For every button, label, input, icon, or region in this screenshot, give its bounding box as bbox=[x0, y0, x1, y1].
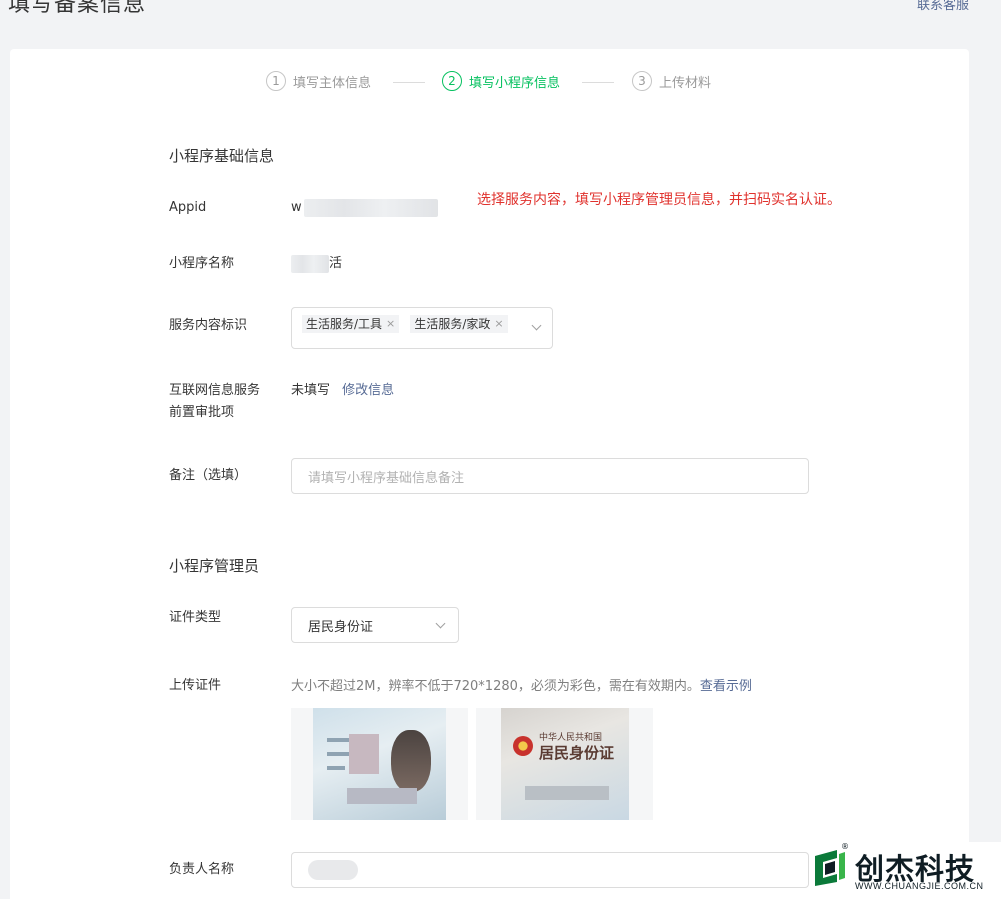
step-1-number: 1 bbox=[266, 71, 286, 91]
chuangjie-logo-icon bbox=[815, 850, 845, 886]
id-card-back-image: 中华人民共和国 居民身份证 bbox=[501, 708, 629, 820]
id-type-select[interactable]: 居民身份证 bbox=[291, 607, 459, 643]
chevron-down-icon bbox=[531, 320, 542, 331]
upload-id-label: 上传证件 bbox=[169, 678, 222, 693]
id-type-value: 居民身份证 bbox=[308, 619, 374, 635]
service-content-label: 服务内容标识 bbox=[169, 318, 248, 333]
admin-section-title: 小程序管理员 bbox=[169, 557, 260, 575]
redacted-photo bbox=[391, 730, 431, 792]
tag-remove-icon[interactable]: × bbox=[494, 317, 503, 330]
icp-approval-label: 互联网信息服务 前置审批项 bbox=[169, 380, 260, 424]
redacted-blur bbox=[347, 788, 417, 804]
registered-mark: ® bbox=[841, 842, 849, 851]
step-1: 1 填写主体信息 bbox=[266, 71, 371, 91]
step-1-label: 填写主体信息 bbox=[293, 75, 372, 91]
service-content-select[interactable]: 生活服务/工具 × 生活服务/家政 × bbox=[291, 307, 553, 349]
service-tag: 生活服务/家政 × bbox=[410, 314, 508, 333]
id-back-upload[interactable]: 中华人民共和国 居民身份证 bbox=[476, 708, 653, 820]
page-title: 填写备案信息 bbox=[8, 0, 147, 17]
redacted-blur bbox=[303, 198, 438, 217]
appid-label: Appid bbox=[169, 200, 207, 215]
watermark-logo: ® 创杰科技 WWW.CHUANGJIE.COM.CN bbox=[809, 842, 1001, 899]
step-3-number: 3 bbox=[632, 71, 652, 91]
icp-approval-label-line2: 前置审批项 bbox=[169, 405, 235, 420]
step-2: 2 填写小程序信息 bbox=[442, 71, 560, 91]
view-example-link[interactable]: 查看示例 bbox=[700, 679, 752, 694]
redacted-blur bbox=[525, 786, 609, 800]
app-name-label: 小程序名称 bbox=[169, 256, 235, 271]
service-tag-label: 生活服务/家政 bbox=[414, 317, 491, 331]
redacted-blur bbox=[327, 738, 349, 742]
step-connector bbox=[582, 82, 614, 83]
step-3: 3 上传材料 bbox=[632, 71, 711, 91]
id-front-upload[interactable] bbox=[291, 708, 468, 820]
watermark-url: WWW.CHUANGJIE.COM.CN bbox=[855, 881, 984, 891]
upload-hint: 大小不超过2M，辨率不低于720*1280，必须为彩色，需在有效期内。查看示例 bbox=[291, 675, 752, 694]
national-emblem-icon bbox=[513, 736, 533, 756]
remark-placeholder: 请填写小程序基础信息备注 bbox=[308, 470, 465, 486]
step-2-number: 2 bbox=[442, 71, 462, 91]
remark-input[interactable]: 请填写小程序基础信息备注 bbox=[291, 458, 809, 494]
tag-remove-icon[interactable]: × bbox=[386, 317, 395, 330]
appid-value-prefix: w bbox=[291, 200, 302, 215]
owner-name-label: 负责人名称 bbox=[169, 862, 235, 877]
redacted-blur bbox=[291, 254, 329, 273]
upload-hint-text: 大小不超过2M，辨率不低于720*1280，必须为彩色，需在有效期内。 bbox=[291, 679, 700, 694]
app-name-value: 活 bbox=[291, 253, 342, 275]
redacted-blur bbox=[308, 860, 358, 880]
id-card-front-image bbox=[313, 708, 446, 820]
form-card: 1 填写主体信息 2 填写小程序信息 3 上传材料 小程序基础信息 Appid … bbox=[10, 49, 969, 899]
service-tag-label: 生活服务/工具 bbox=[306, 317, 383, 331]
contact-support-link[interactable]: 联系客服 bbox=[917, 0, 969, 13]
redacted-blur bbox=[349, 734, 379, 774]
step-connector bbox=[393, 82, 425, 83]
icp-approval-value: 未填写 修改信息 bbox=[291, 380, 394, 402]
service-tag: 生活服务/工具 × bbox=[302, 314, 400, 333]
basic-info-section-title: 小程序基础信息 bbox=[169, 147, 275, 165]
chevron-down-icon bbox=[435, 618, 446, 629]
edit-info-link[interactable]: 修改信息 bbox=[342, 383, 394, 398]
remark-label: 备注（选填） bbox=[169, 468, 248, 483]
step-3-label: 上传材料 bbox=[659, 75, 712, 91]
appid-value: w bbox=[291, 197, 438, 219]
id-type-label: 证件类型 bbox=[169, 610, 222, 625]
step-2-label: 填写小程序信息 bbox=[469, 75, 561, 91]
icp-status: 未填写 bbox=[291, 383, 331, 398]
redacted-blur bbox=[327, 766, 345, 770]
app-name-suffix: 活 bbox=[329, 256, 343, 271]
step-indicator: 1 填写主体信息 2 填写小程序信息 3 上传材料 bbox=[10, 71, 969, 95]
id-back-subtitle: 居民身份证 bbox=[539, 744, 615, 762]
icp-approval-label-line1: 互联网信息服务 bbox=[169, 383, 261, 398]
owner-name-input[interactable] bbox=[291, 852, 809, 888]
instruction-annotation: 选择服务内容，填写小程序管理员信息，并扫码实名认证。 bbox=[477, 192, 841, 208]
